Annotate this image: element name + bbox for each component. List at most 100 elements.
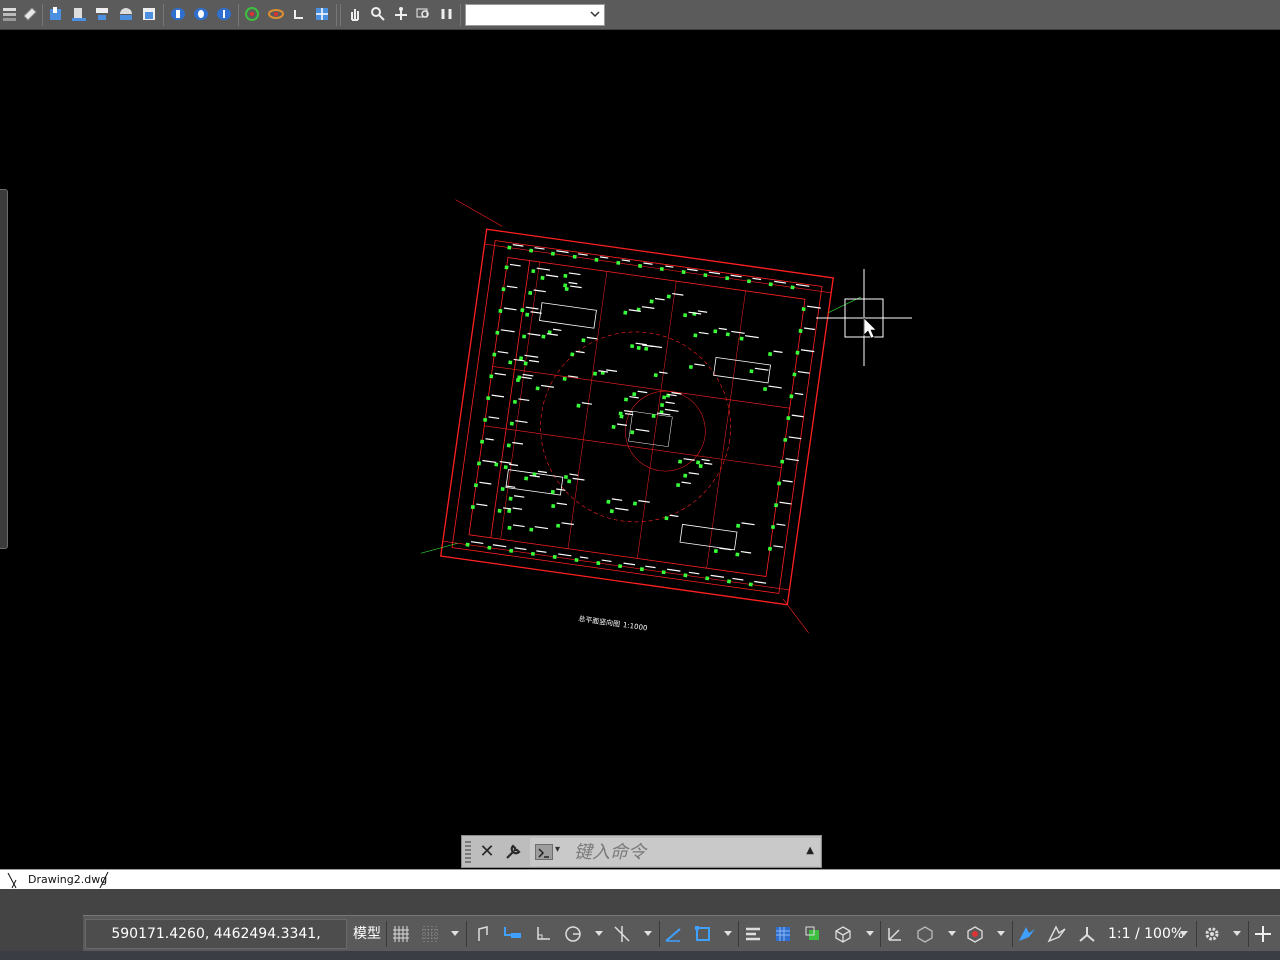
command-input[interactable] — [574, 840, 794, 864]
elevation-label-stroke — [797, 370, 810, 374]
view-front-icon[interactable] — [168, 4, 188, 24]
elevation-label-stroke — [529, 359, 540, 363]
elevation-label-stroke — [740, 550, 752, 554]
chevron-up-icon[interactable]: ▲ — [806, 845, 814, 856]
gear-icon[interactable] — [1200, 922, 1224, 946]
elevation-marker — [698, 464, 703, 469]
drawing-canvas[interactable]: 总平面竖向图 1:1000 — [0, 31, 1280, 869]
elevation-label-stroke — [664, 408, 679, 412]
elevation-marker — [563, 474, 568, 480]
infer-constraints-icon[interactable] — [471, 922, 495, 946]
elevation-label-stroke — [479, 481, 492, 485]
prompt-icon[interactable] — [535, 844, 553, 860]
layer-freeze-icon[interactable] — [139, 4, 159, 24]
transparency-icon[interactable] — [771, 922, 795, 946]
grid-icon[interactable] — [389, 922, 413, 946]
elevation-label-stroke — [502, 507, 512, 510]
selection-filter-icon[interactable] — [913, 922, 937, 946]
zoom-realtime-icon[interactable] — [391, 4, 411, 24]
orbit-icon[interactable] — [242, 4, 262, 24]
elevation-marker — [503, 465, 508, 470]
elevation-label-stroke — [525, 306, 539, 310]
elevation-marker — [676, 483, 681, 488]
elevation-label-stroke — [667, 568, 681, 572]
layer-state-icon[interactable] — [20, 4, 40, 24]
visual-style-icon[interactable] — [266, 4, 286, 24]
annotation-scale-icon[interactable] — [1075, 922, 1099, 946]
elevation-marker — [550, 489, 555, 494]
elevation-marker — [606, 499, 611, 504]
elevation-label-stroke — [803, 327, 815, 331]
close-icon[interactable]: ✕ — [477, 841, 497, 863]
layer-dropdown[interactable] — [465, 4, 605, 26]
layer-previous-icon[interactable] — [46, 4, 66, 24]
elevation-marker — [487, 545, 492, 550]
chevron-down-icon[interactable] — [644, 929, 652, 939]
pan-icon[interactable] — [345, 4, 365, 24]
elevation-marker — [574, 557, 579, 563]
elevation-marker — [486, 396, 491, 401]
selection-cycling-icon[interactable] — [801, 922, 825, 946]
zoom-window-icon[interactable] — [414, 4, 434, 24]
elevation-marker — [770, 524, 776, 530]
annotation-visibility-icon[interactable] — [1015, 922, 1039, 946]
elevation-marker — [531, 269, 536, 274]
elevation-marker — [763, 386, 768, 392]
customization-plus-icon[interactable] — [1251, 922, 1275, 946]
3d-object-snap-icon[interactable] — [831, 922, 855, 946]
zoom-icon[interactable] — [368, 4, 388, 24]
elevation-marker — [703, 273, 708, 278]
elevation-marker — [618, 564, 623, 569]
elevation-marker — [736, 523, 741, 528]
chevron-down-icon[interactable] — [866, 929, 874, 939]
chevron-down-icon[interactable] — [1233, 929, 1241, 939]
object-snap-tracking-icon[interactable] — [661, 922, 685, 946]
toolbar-separator — [460, 4, 461, 26]
layer-off-icon[interactable] — [116, 4, 136, 24]
elevation-marker — [713, 549, 718, 554]
gizmo-icon[interactable] — [963, 922, 987, 946]
snap-icon[interactable] — [418, 922, 442, 946]
chevron-down-icon[interactable] — [997, 929, 1005, 939]
view-back-icon[interactable] — [191, 4, 211, 24]
ortho-icon[interactable] — [531, 922, 555, 946]
layer-properties-icon[interactable] — [0, 4, 20, 24]
chevron-down-icon[interactable] — [948, 929, 956, 939]
coordinate-readout[interactable]: 590171.4260, 4462494.3341, 0.0000 — [85, 919, 347, 960]
chevron-down-icon[interactable] — [724, 929, 732, 939]
drag-grip-icon[interactable] — [465, 841, 471, 863]
model-space-toggle[interactable]: 模型 — [349, 919, 385, 949]
auto-scale-icon[interactable] — [1045, 922, 1069, 946]
elevation-label-stroke — [741, 522, 755, 526]
layer-walk-icon[interactable] — [92, 4, 112, 24]
isolate-layer-icon[interactable] — [69, 4, 89, 24]
viewcube-icon[interactable] — [312, 4, 332, 24]
view-left-icon[interactable] — [214, 4, 234, 24]
chevron-down-icon[interactable] — [1180, 929, 1188, 939]
elevation-label-stroke — [579, 556, 589, 559]
elevation-marker — [768, 282, 773, 287]
dynamic-input-icon[interactable] — [501, 922, 525, 946]
chevron-down-icon[interactable]: ▾ — [555, 844, 560, 855]
tab-divider — [99, 871, 109, 889]
elevation-label-stroke — [697, 310, 708, 313]
polar-tracking-icon[interactable] — [561, 922, 585, 946]
chevron-down-icon[interactable] — [451, 929, 459, 939]
zoom-previous-icon[interactable] — [437, 4, 457, 24]
status-bar-tray: 590171.4260, 4462494.3341, 0.0000 模型 — [83, 915, 1280, 960]
wrench-icon[interactable] — [503, 842, 525, 864]
elevation-marker — [592, 371, 598, 376]
annotation-scale-value[interactable]: 1:1 / 100% — [1108, 919, 1188, 949]
elevation-label-stroke — [710, 574, 725, 578]
ucs-icon[interactable] — [289, 4, 309, 24]
chevron-down-icon[interactable] — [595, 929, 603, 939]
elevation-marker — [801, 307, 806, 312]
lineweight-icon[interactable] — [741, 922, 765, 946]
command-line: ✕ ▾ ▲ — [461, 835, 822, 868]
object-snap-icon[interactable] — [691, 922, 715, 946]
elevation-label-stroke — [601, 559, 612, 563]
isodraft-icon[interactable] — [610, 922, 634, 946]
dynamic-ucs-icon[interactable] — [883, 922, 907, 946]
elevation-label-stroke — [492, 544, 507, 548]
elevation-marker — [768, 352, 773, 357]
